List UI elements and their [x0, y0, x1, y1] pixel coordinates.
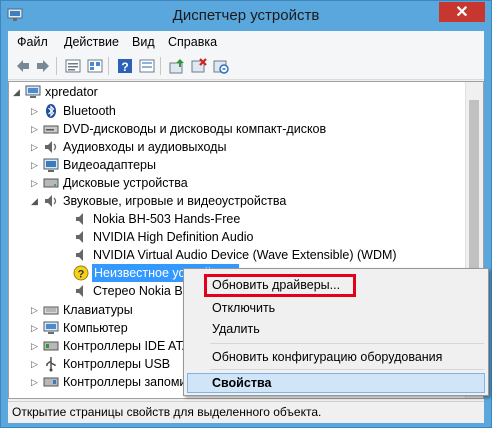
expand-arrow-icon[interactable]: ▷	[31, 174, 39, 192]
tree-item-label: Дисковые устройства	[63, 176, 188, 190]
menu-action[interactable]: Действие	[64, 35, 119, 49]
status-text: Открытие страницы свойств для выделенног…	[12, 405, 322, 419]
speaker-icon	[76, 249, 83, 261]
tree-item-label: NVIDIA Virtual Audio Device (Wave Extens…	[93, 248, 397, 262]
computer-root-icon	[25, 85, 41, 98]
menu-disable[interactable]: Отключить	[212, 301, 275, 315]
svg-text:?: ?	[78, 269, 85, 281]
toolbar: ?	[8, 53, 484, 80]
collapse-arrow-icon[interactable]: ◢	[13, 83, 21, 101]
tree-item-nokia-handsfree[interactable]: Nokia BH-503 Hands-Free	[61, 210, 451, 228]
tree-item-label: Контроллеры USB	[63, 357, 171, 371]
menu-separator	[210, 343, 484, 344]
dvd-icon	[43, 125, 59, 134]
expand-arrow-icon[interactable]: ▷	[31, 355, 39, 373]
collapse-arrow-icon[interactable]: ◢	[31, 192, 39, 210]
expand-arrow-icon[interactable]: ▷	[31, 138, 39, 156]
tree-item-label: Bluetooth	[63, 104, 116, 118]
menu-view[interactable]: Вид	[132, 35, 155, 49]
expand-arrow-icon[interactable]: ▷	[31, 120, 39, 138]
sound-icon	[45, 195, 57, 207]
tree-item-dvd[interactable]: ▷ DVD-дисководы и дисководы компакт-диск…	[31, 120, 451, 138]
tree-item-nvidia-hd-audio[interactable]: NVIDIA High Definition Audio	[61, 228, 451, 246]
close-button[interactable]: ✕	[439, 2, 485, 22]
expand-arrow-icon[interactable]: ▷	[31, 373, 39, 391]
properties-icon[interactable]	[64, 57, 82, 75]
scan-hardware-icon[interactable]	[212, 57, 230, 75]
menu-bar: Файл Действие Вид Справка	[8, 31, 484, 53]
help-icon[interactable]: ?	[116, 57, 134, 75]
resources-icon[interactable]	[138, 57, 156, 75]
menu-properties[interactable]: Свойства	[212, 376, 271, 390]
speaker-icon	[76, 285, 83, 297]
tree-item-label: NVIDIA High Definition Audio	[93, 230, 254, 244]
tree-item-display-adapters[interactable]: ▷ Видеоадаптеры	[31, 156, 451, 174]
disk-icon	[43, 178, 59, 188]
uninstall-icon[interactable]	[190, 57, 208, 75]
expand-arrow-icon[interactable]: ▷	[31, 102, 39, 120]
keyboard-icon	[43, 306, 59, 315]
menu-separator	[210, 369, 484, 370]
tree-root[interactable]: ◢ xpredator	[13, 83, 453, 101]
usb-icon	[46, 357, 56, 372]
back-icon[interactable]	[14, 57, 32, 75]
status-bar: Открытие страницы свойств для выделенног…	[8, 401, 484, 423]
display-adapter-icon	[43, 158, 59, 172]
expand-arrow-icon[interactable]: ▷	[31, 156, 39, 174]
tree-item-label: Видеоадаптеры	[63, 158, 156, 172]
toolbar-separator	[108, 57, 109, 75]
tree-item-bluetooth[interactable]: ▷ Bluetooth	[31, 102, 451, 120]
expand-arrow-icon[interactable]: ▷	[31, 319, 39, 337]
storage-icon	[43, 377, 59, 387]
tree-item-disk-drives[interactable]: ▷ Дисковые устройства	[31, 174, 451, 192]
update-driver-icon[interactable]	[168, 57, 186, 75]
tree-item-label: Звуковые, игровые и видеоустройства	[63, 194, 287, 208]
ide-icon	[43, 341, 59, 351]
tree-item-label: Nokia BH-503 Hands-Free	[93, 212, 241, 226]
forward-icon[interactable]	[34, 57, 52, 75]
tree-root-label: xpredator	[45, 85, 98, 99]
tree-item-label: Аудиовходы и аудиовыходы	[63, 140, 227, 154]
toolbar-separator	[56, 57, 57, 75]
menu-help[interactable]: Справка	[168, 35, 217, 49]
tree-item-sound[interactable]: ◢ Звуковые, игровые и видеоустройства	[31, 192, 451, 210]
tree-item-audio-io[interactable]: ▷ Аудиовходы и аудиовыходы	[31, 138, 451, 156]
tree-item-label: Компьютер	[63, 321, 128, 335]
tree-item-label: Клавиатуры	[63, 303, 133, 317]
close-icon: ✕	[455, 4, 469, 21]
menu-file[interactable]: Файл	[17, 35, 48, 49]
menu-uninstall[interactable]: Удалить	[212, 322, 260, 336]
tree-item-nvidia-virtual-audio[interactable]: NVIDIA Virtual Audio Device (Wave Extens…	[61, 246, 451, 264]
svg-text:?: ?	[121, 60, 128, 74]
view-icon[interactable]	[86, 57, 104, 75]
menu-scan-hardware[interactable]: Обновить конфигурацию оборудования	[212, 350, 442, 364]
context-menu: Обновить драйверы... Отключить Удалить О…	[183, 268, 489, 396]
speaker-icon	[76, 231, 83, 243]
title-bar[interactable]: Диспетчер устройств ✕	[1, 1, 491, 31]
bluetooth-icon	[46, 104, 56, 118]
computer-icon	[43, 321, 59, 334]
tree-item-label: DVD-дисководы и дисководы компакт-дисков	[63, 122, 327, 136]
toolbar-separator	[160, 57, 161, 75]
audio-io-icon	[45, 141, 57, 153]
menu-update-drivers[interactable]: Обновить драйверы...	[212, 278, 340, 292]
unknown-device-icon: ?	[73, 265, 89, 281]
expand-arrow-icon[interactable]: ▷	[31, 301, 39, 319]
expand-arrow-icon[interactable]: ▷	[31, 337, 39, 355]
window-title: Диспетчер устройств	[172, 7, 320, 24]
speaker-icon	[76, 213, 83, 225]
